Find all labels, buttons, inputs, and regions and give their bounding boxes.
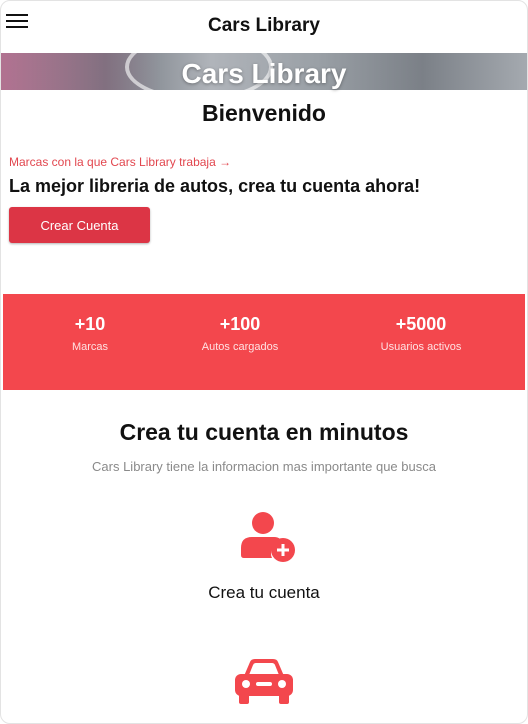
stat-label: Marcas [71, 341, 109, 353]
car-icon [235, 659, 293, 704]
stat-label: Autos cargados [201, 341, 279, 353]
stat-cars: +100 Autos cargados [153, 314, 327, 353]
top-navbar: Cars Library [0, 0, 528, 52]
app-title: Cars Library [208, 15, 320, 36]
create-account-button[interactable]: Crear Cuenta [9, 207, 150, 243]
feature-create-account-title: Crea tu cuenta [208, 583, 320, 602]
welcome-heading: Bienvenido [202, 100, 326, 126]
stat-value: +10 [74, 314, 106, 334]
stat-label: Usuarios activos [380, 341, 462, 353]
stat-brands: +10 Marcas [3, 314, 177, 353]
brands-link[interactable]: Marcas con la que Cars Library trabaja → [9, 155, 231, 169]
stat-value: +5000 [395, 314, 447, 334]
features-title: Crea tu cuenta en minutos [119, 419, 409, 445]
hero-title: Cars Library [181, 58, 347, 89]
intro-headline: La mejor libreria de autos, crea tu cuen… [9, 176, 421, 196]
stats-banner: +10 Marcas +100 Autos cargados +5000 Usu… [3, 294, 525, 390]
user-plus-icon [241, 512, 295, 562]
features-subtitle: Cars Library tiene la informacion mas im… [92, 459, 436, 474]
stat-users: +5000 Usuarios activos [334, 314, 508, 353]
stat-value: +100 [219, 314, 261, 334]
